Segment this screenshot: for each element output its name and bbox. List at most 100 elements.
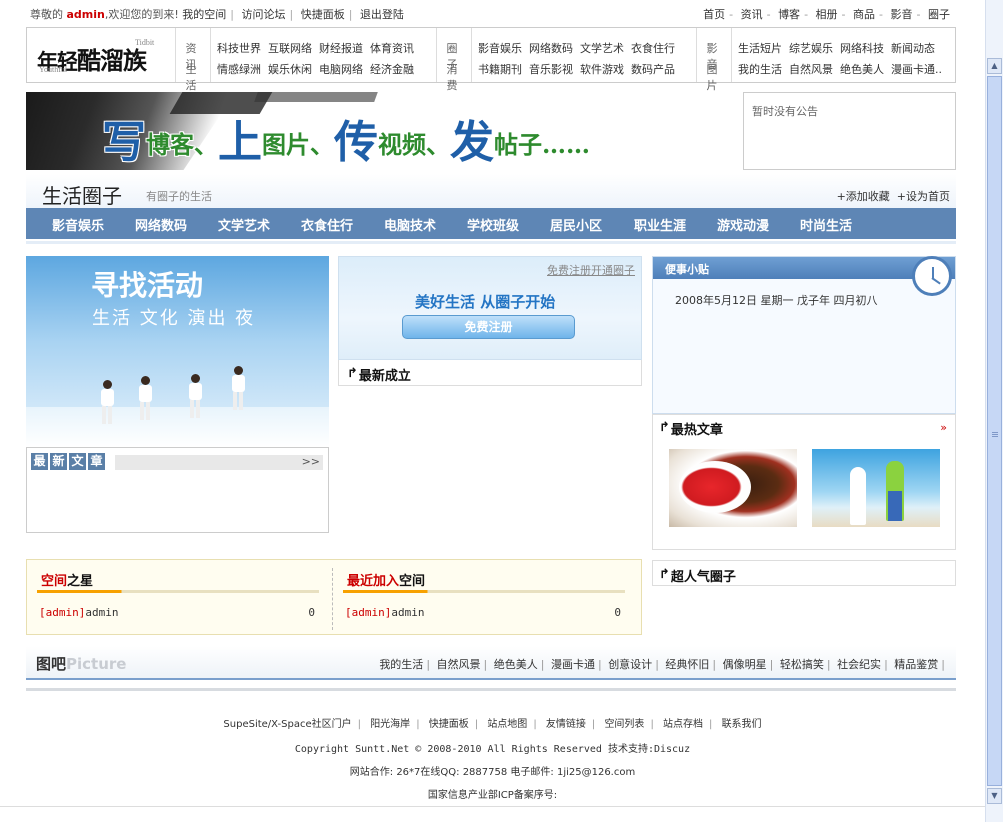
more-arrow-icon[interactable]: >> [302,455,320,468]
nav-link[interactable]: 自然风景 [789,63,833,76]
nav-link[interactable]: 科技世界 [217,42,261,55]
add-bookmark-link[interactable]: +添加收藏 [837,190,890,203]
latest-articles-label[interactable]: 最新文章 [31,453,107,470]
footer-link[interactable]: 阳光海岸 [370,719,410,730]
picture-category-link[interactable]: 漫画卡通 [551,658,595,671]
register-circle-link[interactable]: 免费注册开通圈子 [547,262,635,278]
picture-category-link[interactable]: 经典怀旧 [665,658,709,671]
nav-link[interactable]: 财经报道 [319,42,363,55]
nav-link[interactable]: 体育资讯 [370,42,414,55]
category-item[interactable]: 电脑技术 [384,215,436,234]
nav-link[interactable]: 绝色美人 [840,63,884,76]
hot-article-image[interactable] [812,449,940,527]
nav-link[interactable]: 情感绿洲 [217,63,261,76]
nav-link[interactable]: 软件游戏 [580,63,624,76]
top-nav-blog[interactable]: 博客 [778,8,800,21]
footer-link[interactable]: 快捷面板 [429,719,469,730]
logout-link[interactable]: 退出登陆 [360,8,404,21]
picture-category-link[interactable]: 社会纪实 [837,658,881,671]
nav-group-label: 圈子 消费 [436,28,472,92]
promo-title: 寻找活动 [91,269,204,302]
nav-group-media: 影音 图片 生活短片 综艺娱乐 网络科技 新闻动态 我的生活 自然风景 绝色美人 漫画卡通.… [696,28,955,92]
top-nav-album[interactable]: 相册 [816,8,838,21]
category-item[interactable]: 衣食住行 [301,215,353,234]
category-item[interactable]: 职业生涯 [634,215,686,234]
nav-link[interactable]: 文学艺术 [580,42,624,55]
nav-link[interactable]: 互联网络 [268,42,312,55]
hot-articles: ↱最热文章 » [652,414,956,550]
top-nav-goods[interactable]: 商品 [853,8,875,21]
banner[interactable]: 写博客、上图片、传视频、发帖子…… [26,92,736,170]
category-item[interactable]: 游戏动漫 [717,215,769,234]
list-item[interactable]: [admin]admin 0 [39,606,315,619]
picture-category-link[interactable]: 我的生活 [379,658,423,671]
free-register-button[interactable]: 免费注册 [402,315,575,339]
picture-category-link[interactable]: 绝色美人 [494,658,538,671]
nav-group-label: 影音 图片 [696,28,732,92]
nav-link[interactable]: 娱乐休闲 [268,63,312,76]
newest-circles: ↱最新成立 [338,360,642,386]
nav-link[interactable]: 新闻动态 [891,42,935,55]
nav-link[interactable]: 综艺娱乐 [789,42,833,55]
logo-en-b: Tidbit [135,38,155,47]
category-item[interactable]: 学校班级 [467,215,519,234]
scroll-thumb[interactable] [987,76,1002,786]
footer-link[interactable]: 站点存档 [663,719,703,730]
category-item[interactable]: 网络数码 [135,215,187,234]
picture-category-link[interactable]: 偶像明星 [723,658,767,671]
top-nav-home[interactable]: 首页 [703,8,725,21]
category-item[interactable]: 时尚生活 [800,215,852,234]
hot-article-image[interactable] [669,449,797,527]
category-item[interactable]: 影音娱乐 [52,215,104,234]
picture-category-link[interactable]: 创意设计 [608,658,652,671]
nav-link[interactable]: 影音娱乐 [478,42,522,55]
page: 尊敬的 admin,欢迎您的到来! 我的空间 | 访问论坛 | 快捷面板 | 退出登陆… [0,0,985,822]
nav-link[interactable]: 衣食住行 [631,42,675,55]
nav-link[interactable]: 音乐影视 [529,63,573,76]
picture-category-link[interactable]: 精品鉴赏 [894,658,938,671]
set-homepage-link[interactable]: +设为首页 [897,190,950,203]
latest-articles: 最新文章 >> [26,447,329,533]
category-item[interactable]: 文学艺术 [218,215,270,234]
popular-circles: ↱超人气圈子 [652,560,956,586]
logo-en-a: Youthful [39,65,68,74]
quick-panel-link[interactable]: 快捷面板 [301,8,345,21]
announcement-box: 暂时没有公告 [743,92,956,170]
more-icon[interactable]: » [940,421,947,434]
nav-link[interactable]: 电脑网络 [319,63,363,76]
picture-category-link[interactable]: 轻松搞笑 [780,658,824,671]
nav-link[interactable]: 网络科技 [840,42,884,55]
vertical-scrollbar[interactable]: ▲ ▼ [985,0,1003,822]
username[interactable]: admin [67,8,105,21]
top-nav-video[interactable]: 影音 [891,8,913,21]
footer-link[interactable]: 站点地图 [487,719,527,730]
footer-link[interactable]: 空间列表 [604,719,644,730]
top-bar: 尊敬的 admin,欢迎您的到来! 我的空间 | 访问论坛 | 快捷面板 | 退出登陆… [30,6,950,22]
arrow-icon: ↱ [659,567,670,582]
person-figure [231,366,245,410]
list-item[interactable]: [admin]admin 0 [345,606,621,619]
nav-link[interactable]: 漫画卡通.. [891,63,942,76]
site-logo[interactable]: 年轻酷溜族 Youthful Tidbit [27,28,176,82]
forum-link[interactable]: 访问论坛 [242,8,286,21]
scroll-up-icon[interactable]: ▲ [987,58,1002,74]
picture-category-link[interactable]: 自然风景 [437,658,481,671]
nav-link[interactable]: 网络数码 [529,42,573,55]
footer-link[interactable]: SupeSite/X-Space社区门户 [223,719,351,730]
nav-link[interactable]: 书籍期刊 [478,63,522,76]
top-nav-circle[interactable]: 圈子 [928,8,950,21]
nav-link[interactable]: 数码产品 [631,63,675,76]
icp-record: 国家信息产业部ICP备案序号: [427,790,558,801]
nav-link[interactable]: 生活短片 [738,42,782,55]
top-nav-news[interactable]: 资讯 [741,8,763,21]
banner-slogan: 写博客、上图片、传视频、发帖子…… [102,117,590,168]
nav-link[interactable]: 经济金融 [370,63,414,76]
my-space-link[interactable]: 我的空间 [182,8,226,21]
activity-promo[interactable]: 寻找活动 生活 文化 演出 夜 [26,256,329,447]
category-item[interactable]: 居民小区 [550,215,602,234]
count: 0 [614,606,621,619]
footer-link[interactable]: 联系我们 [722,719,762,730]
footer-link[interactable]: 友情链接 [546,719,586,730]
nav-link[interactable]: 我的生活 [738,63,782,76]
scroll-down-icon[interactable]: ▼ [987,788,1002,804]
